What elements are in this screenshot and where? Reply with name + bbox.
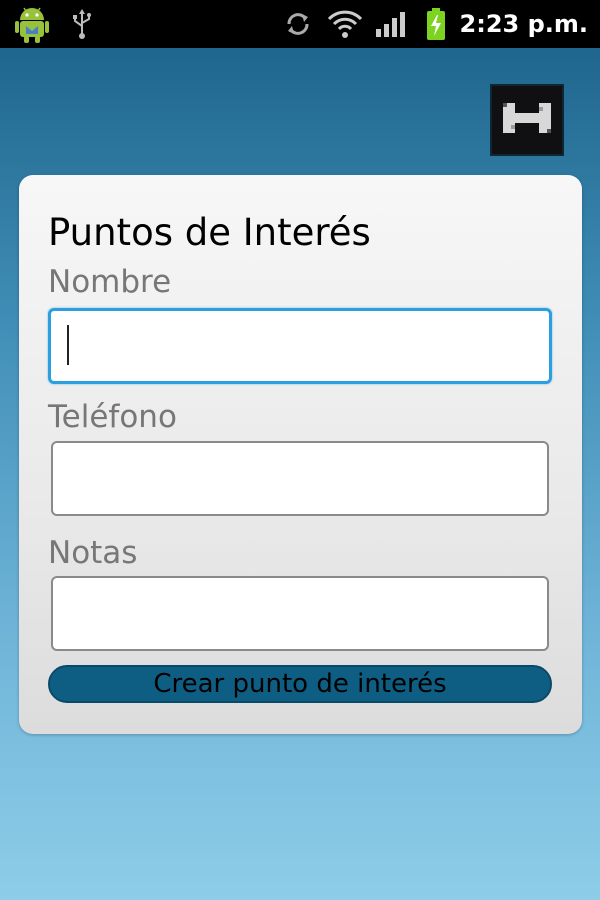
h-logo-button[interactable] [490, 84, 564, 156]
text-caret [67, 325, 69, 365]
sync-icon [283, 0, 313, 48]
signal-icon [375, 0, 407, 48]
nombre-input[interactable] [48, 308, 552, 384]
wifi-icon [327, 0, 363, 48]
telefono-label: Teléfono [48, 399, 177, 435]
battery-charging-icon [425, 0, 447, 48]
telefono-input[interactable] [51, 441, 549, 516]
android-debug-icon [12, 0, 52, 48]
poi-form-card: Puntos de Interés Nombre Teléfono Notas … [19, 175, 582, 734]
usb-icon [70, 0, 94, 48]
crear-punto-button[interactable]: Crear punto de interés [48, 665, 552, 703]
nombre-label: Nombre [48, 264, 172, 300]
status-bar: 2:23 p.m. [0, 0, 600, 48]
status-clock: 2:23 p.m. [459, 10, 588, 38]
page-title: Puntos de Interés [48, 211, 371, 254]
notas-input[interactable] [51, 576, 549, 651]
h-logo-icon [497, 93, 557, 147]
notas-label: Notas [48, 535, 138, 571]
